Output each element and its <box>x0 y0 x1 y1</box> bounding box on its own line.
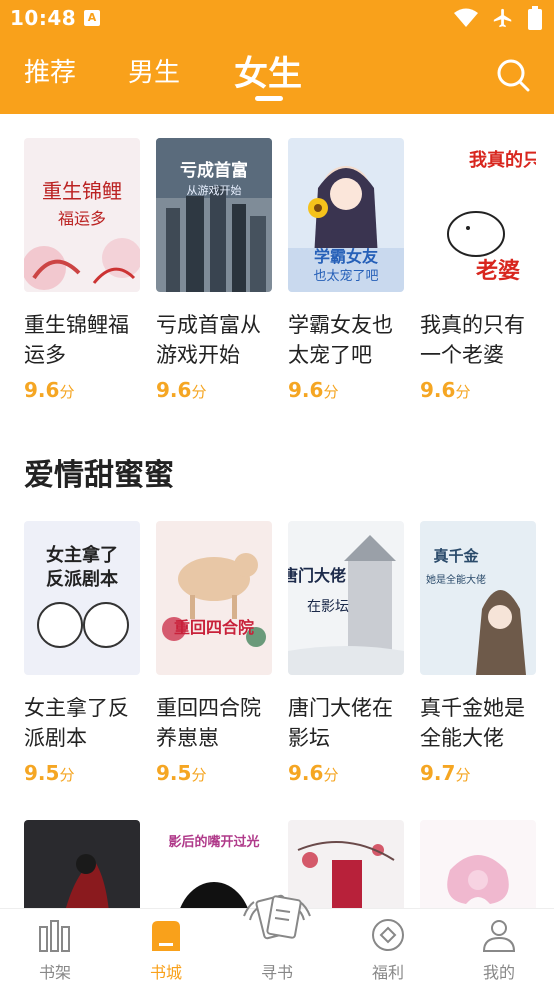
book-score: 9.6分 <box>24 378 75 402</box>
cover-title: 女主拿了 <box>46 544 118 566</box>
book-grid-row-2: 女主拿了 反派剧本 女主拿了反派剧本 9.5分 重回四合院 重回四合院养崽崽 9… <box>24 521 536 785</box>
cover-subtitle: 反派剧本 <box>46 568 118 590</box>
cover-subtitle: 老婆 <box>475 258 520 284</box>
cover-subtitle: 福运多 <box>58 209 106 228</box>
book-cover[interactable]: 女主拿了 反派剧本 <box>24 521 140 675</box>
book-title: 我真的只有一个老婆 <box>420 313 525 367</box>
book-score: 9.6分 <box>288 761 339 785</box>
book-card[interactable]: 学霸女友 也太宠了吧 学霸女友也太宠了吧 9.6分 <box>288 138 404 402</box>
cover-subtitle: 她是全能大佬 <box>426 573 486 586</box>
section-title: 爱情甜蜜蜜 <box>24 458 174 493</box>
book-cover[interactable]: 真千金 她是全能大佬 <box>420 521 536 675</box>
cover-subtitle: 从游戏开始 <box>187 183 242 197</box>
book-title: 亏成首富从游戏开始 <box>156 313 261 367</box>
book-score: 9.7分 <box>420 761 471 785</box>
active-tab-indicator <box>255 96 283 101</box>
tab-male[interactable]: 男生 <box>128 52 180 89</box>
nav-item-store[interactable]: 书城 <box>111 909 221 984</box>
airplane-icon <box>493 8 512 28</box>
book-card[interactable]: 重回四合院 重回四合院养崽崽 9.5分 <box>156 521 272 785</box>
bookstore-icon <box>152 921 180 951</box>
search-icon[interactable] <box>496 58 530 92</box>
find-book-icon[interactable] <box>240 892 314 948</box>
book-card[interactable]: 真千金 她是全能大佬 真千金她是全能大佬 9.7分 <box>420 521 536 785</box>
cover-subtitle: 在影坛 <box>307 599 349 615</box>
cover-title: 重生锦鲤 <box>42 179 122 203</box>
book-score: 9.6分 <box>288 378 339 402</box>
status-bar: 10:48 A <box>0 0 554 38</box>
book-cover[interactable]: 重回四合院 <box>156 521 272 675</box>
battery-icon <box>528 6 542 30</box>
nav-label-shelf: 书架 <box>38 963 71 982</box>
nav-item-shelf[interactable]: 书架 <box>0 909 110 984</box>
book-title: 重生锦鲤福运多 <box>24 313 129 367</box>
book-title: 学霸女友也太宠了吧 <box>288 313 393 367</box>
book-card[interactable]: 重生锦鲤 福运多 重生锦鲤福运多 9.6分 <box>24 138 140 402</box>
top-bar: 10:48 A 推荐 男生 女生 <box>0 0 554 114</box>
book-title: 女主拿了反派剧本 <box>24 696 129 750</box>
user-icon <box>482 920 516 952</box>
tab-recommend[interactable]: 推荐 <box>24 52 76 89</box>
status-time: 10:48 <box>10 6 77 30</box>
nav-item-mine[interactable]: 我的 <box>444 909 554 984</box>
book-cover[interactable]: 唐门大佬 在影坛 <box>288 521 404 675</box>
book-score: 9.6分 <box>420 378 471 402</box>
nav-label-store: 书城 <box>149 963 182 982</box>
book-card[interactable]: 我真的只有 老婆 我真的只有一个老婆 9.6分 <box>420 138 536 402</box>
book-title: 重回四合院养崽崽 <box>156 696 261 750</box>
nav-label-find: 寻书 <box>260 963 293 982</box>
book-score: 9.5分 <box>24 761 75 785</box>
book-title: 唐门大佬在影坛 <box>288 696 393 750</box>
cover-title: 我真的只有 <box>469 149 536 171</box>
content-area[interactable]: 重生锦鲤 福运多 重生锦鲤福运多 9.6分 亏成首富 从游戏开始 亏成首富从游戏… <box>0 114 554 908</box>
nav-item-welfare[interactable]: 福利 <box>333 909 443 984</box>
book-card[interactable] <box>420 820 536 908</box>
book-cover[interactable]: 重生锦鲤 福运多 <box>24 138 140 292</box>
book-card[interactable] <box>24 820 140 908</box>
book-cover[interactable] <box>24 820 140 908</box>
book-title: 真千金她是全能大佬 <box>420 696 525 750</box>
book-cover[interactable]: 学霸女友 也太宠了吧 <box>288 138 404 292</box>
welfare-icon <box>372 919 404 951</box>
notification-icon: A <box>84 10 100 26</box>
wifi-icon <box>454 8 478 27</box>
cover-title: 亏成首富 <box>180 160 248 181</box>
cover-title: 影后的嘴开过光 <box>168 834 259 850</box>
book-card[interactable]: 女主拿了 反派剧本 女主拿了反派剧本 9.5分 <box>24 521 140 785</box>
tab-female[interactable]: 女生 <box>234 46 302 95</box>
cover-title: 真千金 <box>433 547 479 565</box>
cover-subtitle: 也太宠了吧 <box>313 268 378 284</box>
category-tabs: 推荐 男生 女生 <box>0 44 554 114</box>
book-cover[interactable] <box>420 820 536 908</box>
book-card[interactable]: 亏成首富 从游戏开始 亏成首富从游戏开始 9.6分 <box>156 138 272 402</box>
book-grid-row-1: 重生锦鲤 福运多 重生锦鲤福运多 9.6分 亏成首富 从游戏开始 亏成首富从游戏… <box>24 138 536 402</box>
nav-label-mine: 我的 <box>482 963 515 982</box>
bookshelf-icon <box>39 920 70 952</box>
book-score: 9.6分 <box>156 378 207 402</box>
book-cover[interactable]: 亏成首富 从游戏开始 <box>156 138 272 292</box>
cover-title: 重回四合院 <box>174 618 254 637</box>
nav-label-welfare: 福利 <box>371 963 404 982</box>
cover-title: 唐门大佬 <box>288 566 346 585</box>
status-icons <box>454 6 542 30</box>
cover-title: 学霸女友 <box>314 247 379 266</box>
book-card[interactable]: 唐门大佬 在影坛 唐门大佬在影坛 9.6分 <box>288 521 404 785</box>
book-score: 9.5分 <box>156 761 207 785</box>
book-cover[interactable]: 我真的只有 老婆 <box>420 138 536 292</box>
